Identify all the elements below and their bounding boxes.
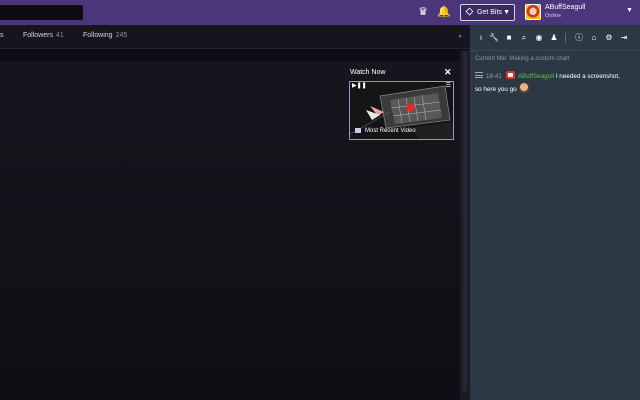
message-text: I needed a screenshot, <box>555 73 620 80</box>
message-text: so here you go <box>475 86 517 93</box>
user-avatar[interactable] <box>525 4 541 20</box>
tab-partial[interactable]: s <box>0 32 4 39</box>
tab-label: s <box>0 32 4 39</box>
message-timestamp: 18:41 <box>486 73 502 80</box>
get-bits-label: Get Bits <box>477 9 502 16</box>
tab-count: 41 <box>55 32 64 39</box>
main-scrollbar[interactable] <box>460 50 470 400</box>
logout-icon[interactable]: ⇥ <box>619 33 629 43</box>
video-label: Most Recent Video <box>355 128 416 134</box>
watch-now-title: Watch Now <box>350 69 386 76</box>
watch-now-popup: Watch Now ✕ ▶❚❚ ☰ Most Recent Video <box>347 67 454 142</box>
user-status: Online <box>545 13 561 19</box>
chat-message: 18:41 ABuffSeagull I needed a screenshot,… <box>475 71 635 96</box>
tab-following[interactable]: Following 245 <box>83 32 127 39</box>
broadcaster-badge-icon <box>505 71 515 79</box>
content-header-strip <box>0 50 460 61</box>
user-menu-chevron-icon[interactable]: ▼ <box>626 7 633 14</box>
tab-count: 245 <box>115 32 128 39</box>
crown-icon[interactable]: ♛ <box>416 6 430 19</box>
toolbar-separator <box>470 50 640 51</box>
camera-icon[interactable]: ■ <box>504 33 514 43</box>
chevron-down-icon: ▼ <box>503 9 510 16</box>
gear-icon[interactable]: ⚙ <box>604 33 614 43</box>
home-icon[interactable]: ⌂ <box>589 33 599 43</box>
search-icon[interactable]: ⌕ <box>519 33 529 43</box>
bits-gem-icon <box>465 7 474 16</box>
message-menu-icon[interactable] <box>475 72 483 78</box>
video-icon <box>355 128 361 133</box>
video-label-text: Most Recent Video <box>365 128 416 134</box>
tab-label: Following <box>83 32 113 39</box>
alert-icon[interactable]: ⓘ <box>574 33 584 43</box>
get-bits-button[interactable]: Get Bits ▼ <box>460 4 515 21</box>
scroll-right-arrow-icon[interactable]: ▸ <box>459 32 463 40</box>
emote-icon <box>518 83 529 93</box>
tab-label: Followers <box>23 32 53 39</box>
users-icon[interactable]: ♟ <box>549 33 559 43</box>
tab-followers[interactable]: Followers 41 <box>23 32 64 39</box>
play-pause-icon[interactable]: ▶❚❚ <box>352 82 367 89</box>
scrollbar-thumb[interactable] <box>463 52 467 392</box>
eye-icon[interactable]: ◉ <box>534 33 544 43</box>
menu-icon[interactable]: ☰ <box>446 82 451 89</box>
top-navigation-bar: ♛ 🔔 Get Bits ▼ ABuffSeagull Online ▼ <box>0 0 640 25</box>
current-title: Current title: Making a custom chart <box>475 56 570 62</box>
user-name[interactable]: ABuffSeagull <box>545 4 585 11</box>
video-thumbnail[interactable]: ▶❚❚ ☰ Most Recent Video <box>349 81 454 140</box>
search-input[interactable] <box>0 5 83 20</box>
chat-panel: ı 🔧 ■ ⌕ ◉ ♟ ⓘ ⌂ ⚙ ⇥ Current title: Makin… <box>470 25 640 400</box>
channel-tabs: s Followers 41 Following 245 ▸ <box>0 25 470 49</box>
wrench-icon[interactable]: 🔧 <box>489 33 499 43</box>
close-icon[interactable]: ✕ <box>444 67 452 78</box>
message-username[interactable]: ABuffSeagull <box>518 73 554 80</box>
notification-bell-icon[interactable]: 🔔 <box>437 6 451 19</box>
toolbar-divider <box>565 33 566 43</box>
info-i-icon[interactable]: ı <box>476 33 486 43</box>
